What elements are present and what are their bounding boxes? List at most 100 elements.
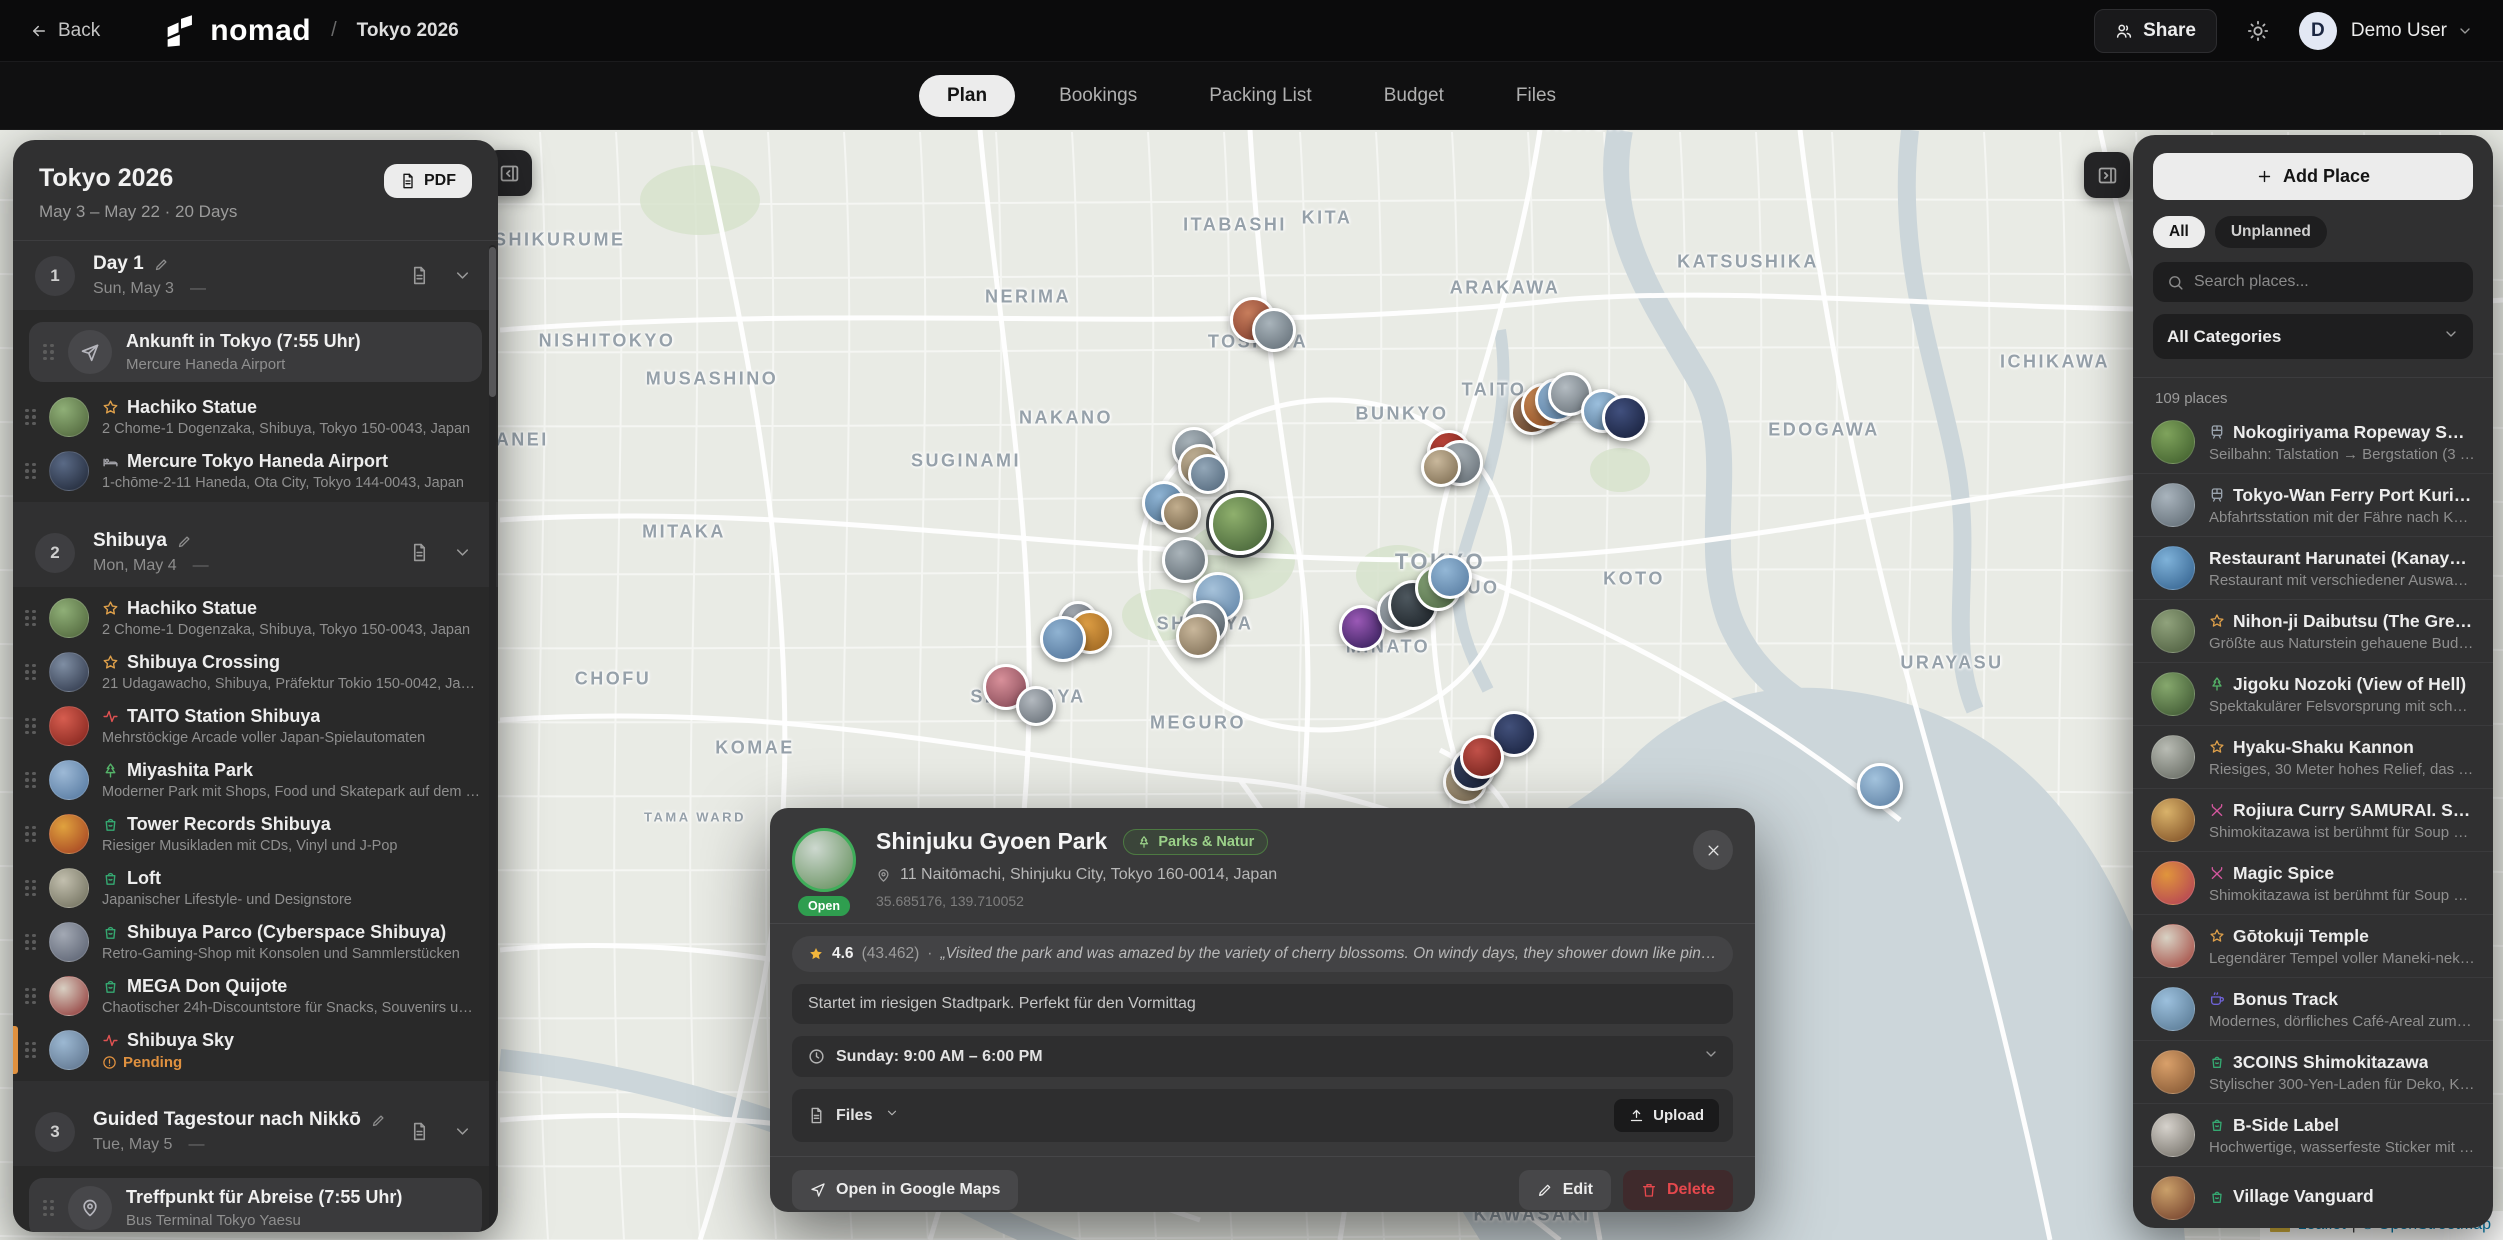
delete-button[interactable]: Delete — [1623, 1170, 1733, 1210]
drag-handle[interactable] — [43, 344, 54, 361]
map-marker[interactable] — [1421, 447, 1461, 487]
itinerary-place-row[interactable]: Miyashita ParkModerner Park mit Shops, F… — [13, 753, 498, 807]
place-list-item[interactable]: Bonus TrackModernes, dörfliches Café-Are… — [2133, 978, 2493, 1041]
search-input[interactable] — [2194, 273, 2459, 291]
map-marker[interactable] — [1040, 616, 1086, 662]
share-button[interactable]: Share — [2094, 9, 2217, 53]
drag-handle[interactable] — [25, 409, 36, 426]
place-list-item[interactable]: Rojiura Curry SAMURAI. Shim...Shimokitaz… — [2133, 789, 2493, 852]
filter-all-chip[interactable]: All — [2153, 216, 2205, 248]
tab-packing-list[interactable]: Packing List — [1181, 75, 1339, 117]
place-photo — [49, 397, 89, 437]
tab-files[interactable]: Files — [1488, 75, 1584, 117]
day-notes-icon[interactable] — [410, 543, 429, 562]
tab-budget[interactable]: Budget — [1356, 75, 1472, 117]
chevron-down-icon — [2443, 326, 2459, 342]
day-2-header[interactable]: 2 Shibuya Mon, May 4 — — [13, 518, 498, 587]
places-list[interactable]: Nokogiriyama Ropeway Sum...Seilbahn: Tal… — [2133, 411, 2493, 1228]
rating-review-pill[interactable]: 4.6 (43.462) · „Visited the park and was… — [792, 936, 1733, 972]
files-row[interactable]: Files Upload — [792, 1089, 1733, 1142]
filter-unplanned-chip[interactable]: Unplanned — [2215, 216, 2327, 248]
itinerary-event-card[interactable]: Treffpunkt für Abreise (7:55 Uhr) Bus Te… — [29, 1178, 482, 1232]
drag-handle[interactable] — [25, 610, 36, 627]
place-list-item[interactable]: Nihon-ji Daibutsu (The Great ...Größte a… — [2133, 600, 2493, 663]
itinerary-place-row[interactable]: Tower Records ShibuyaRiesiger Musikladen… — [13, 807, 498, 861]
pdf-export-button[interactable]: PDF — [384, 164, 472, 198]
map-marker[interactable] — [1602, 395, 1648, 441]
scrollbar-thumb[interactable] — [489, 247, 496, 397]
map-marker[interactable] — [1016, 686, 1056, 726]
map-marker[interactable] — [1188, 454, 1228, 494]
add-place-button[interactable]: Add Place — [2153, 153, 2473, 200]
place-list-item[interactable]: Gōtokuji TempleLegendärer Tempel voller … — [2133, 915, 2493, 978]
itinerary-place-row[interactable]: Shibuya Parco (Cyberspace Shibuya)Retro-… — [13, 915, 498, 969]
drag-handle[interactable] — [25, 880, 36, 897]
bag-icon — [102, 924, 119, 941]
day-notes-icon[interactable] — [410, 1122, 429, 1141]
avatar[interactable]: D — [2299, 12, 2337, 50]
itinerary-place-row[interactable]: Mercure Tokyo Haneda Airport 1-chōme-2-1… — [13, 444, 498, 498]
place-list-item[interactable]: Restaurant Harunatei (Kanaya Po...Restau… — [2133, 537, 2493, 600]
open-google-maps-button[interactable]: Open in Google Maps — [792, 1170, 1018, 1210]
brand-logo[interactable]: nomad — [164, 14, 311, 48]
drag-handle[interactable] — [43, 1200, 54, 1217]
itinerary-place-row[interactable]: Hachiko Statue2 Chome-1 Dogenzaka, Shibu… — [13, 591, 498, 645]
topbar: Back nomad / Tokyo 2026 Share D Demo Use… — [0, 0, 2503, 62]
collapse-right-panel-button[interactable] — [2084, 152, 2130, 198]
upload-button[interactable]: Upload — [1614, 1099, 1719, 1132]
chevron-down-icon[interactable] — [2457, 23, 2473, 39]
place-list-item[interactable]: Hyaku-Shaku KannonRiesiges, 30 Meter hoh… — [2133, 726, 2493, 789]
map-marker[interactable] — [1460, 735, 1504, 779]
drag-handle[interactable] — [25, 718, 36, 735]
drag-handle[interactable] — [25, 988, 36, 1005]
edit-button[interactable]: Edit — [1519, 1170, 1611, 1210]
theme-toggle-button[interactable] — [2247, 20, 2269, 42]
map-marker[interactable] — [1162, 537, 1208, 583]
place-list-item[interactable]: 3COINS ShimokitazawaStylischer 300-Yen-L… — [2133, 1041, 2493, 1104]
category-filter-select[interactable]: All Categories — [2153, 314, 2473, 359]
pencil-icon[interactable] — [154, 257, 169, 272]
note-input[interactable]: Startet im riesigen Stadtpark. Perfekt f… — [792, 984, 1733, 1024]
pencil-icon[interactable] — [177, 534, 192, 549]
back-button[interactable]: Back — [30, 20, 100, 42]
place-list-item[interactable]: Nokogiriyama Ropeway Sum...Seilbahn: Tal… — [2133, 411, 2493, 474]
search-box[interactable] — [2153, 262, 2473, 302]
chevron-down-icon[interactable] — [453, 1122, 472, 1141]
drag-handle[interactable] — [25, 1042, 36, 1059]
place-list-item[interactable]: Village Vanguard — [2133, 1167, 2493, 1228]
opening-hours-row[interactable]: Sunday: 9:00 AM – 6:00 PM — [792, 1036, 1733, 1077]
drag-handle[interactable] — [25, 772, 36, 789]
day-3-header[interactable]: 3 Guided Tagestour nach Nikkō Tue, May 5… — [13, 1097, 498, 1166]
place-list-item[interactable]: B-Side LabelHochwertige, wasserfeste Sti… — [2133, 1104, 2493, 1167]
map-marker[interactable] — [1161, 493, 1201, 533]
drag-handle[interactable] — [25, 664, 36, 681]
map-marker-selected[interactable] — [1209, 493, 1271, 555]
itinerary-place-row[interactable]: Shibuya SkyPending — [13, 1023, 498, 1077]
pencil-icon[interactable] — [371, 1113, 386, 1128]
itinerary-place-row[interactable]: Hachiko Statue 2 Chome-1 Dogenzaka, Shib… — [13, 390, 498, 444]
chevron-down-icon[interactable] — [453, 266, 472, 285]
itinerary-place-row[interactable]: MEGA Don QuijoteChaotischer 24h-Discount… — [13, 969, 498, 1023]
drag-handle[interactable] — [25, 463, 36, 480]
itinerary-place-row[interactable]: Shibuya Crossing21 Udagawacho, Shibuya, … — [13, 645, 498, 699]
tab-bookings[interactable]: Bookings — [1031, 75, 1165, 117]
place-photo — [2151, 420, 2195, 464]
close-button[interactable] — [1693, 830, 1733, 870]
itinerary-event-card[interactable]: Ankunft in Tokyo (7:55 Uhr) Mercure Hane… — [29, 322, 482, 382]
map-marker[interactable] — [1176, 614, 1220, 658]
drag-handle[interactable] — [25, 934, 36, 951]
chevron-down-icon[interactable] — [453, 543, 472, 562]
day-1-header[interactable]: 1 Day 1 Sun, May 3 — — [13, 241, 498, 310]
day-notes-icon[interactable] — [410, 266, 429, 285]
itinerary-place-row[interactable]: TAITO Station ShibuyaMehrstöckige Arcade… — [13, 699, 498, 753]
itinerary-place-row[interactable]: LoftJapanischer Lifestyle- und Designsto… — [13, 861, 498, 915]
place-list-item[interactable]: Jigoku Nozoki (View of Hell)Spektakuläre… — [2133, 663, 2493, 726]
tab-plan[interactable]: Plan — [919, 75, 1015, 117]
place-list-item[interactable]: Magic SpiceShimokitazawa ist berühmt für… — [2133, 852, 2493, 915]
transit-icon — [2209, 487, 2225, 503]
map-marker[interactable] — [1857, 763, 1903, 809]
drag-handle[interactable] — [25, 826, 36, 843]
place-list-item[interactable]: Tokyo-Wan Ferry Port Kuriha...Abfahrtsst… — [2133, 474, 2493, 537]
map-marker[interactable] — [1428, 555, 1472, 599]
map-marker[interactable] — [1252, 308, 1296, 352]
